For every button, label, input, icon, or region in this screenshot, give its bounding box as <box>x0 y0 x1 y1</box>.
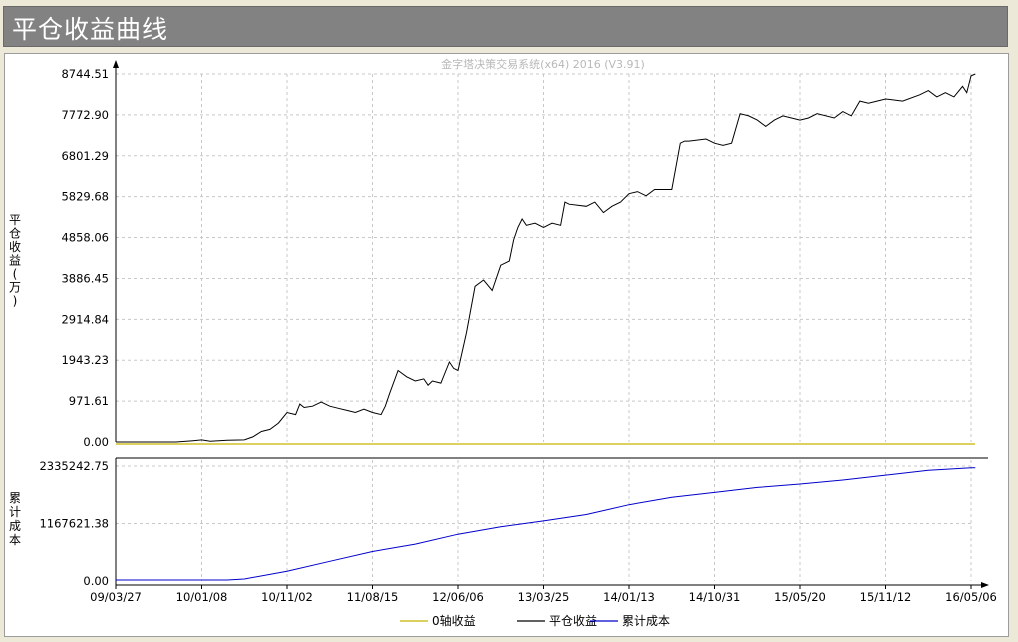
x-tick-label: 16/05/06 <box>945 590 997 604</box>
y-tick-label: 7772.90 <box>61 108 109 122</box>
watermark-text: 金字塔决策交易系统(x64) 2016 (V3.91) <box>441 57 645 71</box>
x-tick-label: 09/03/27 <box>90 590 142 604</box>
y-axis-label-char: 万 <box>9 281 21 295</box>
y-axis-label-char: ( <box>13 267 18 281</box>
x-tick-label: 14/10/31 <box>689 590 741 604</box>
y-tick-label: 8744.51 <box>61 67 109 81</box>
legend-label: 平仓收益 <box>549 614 597 628</box>
y-tick-label: 0.00 <box>83 574 109 588</box>
y-axis-arrow <box>113 60 119 68</box>
y-tick-label: 1167621.38 <box>39 517 109 531</box>
series-close-profit-line <box>116 73 976 443</box>
y-axis-label-char: 平 <box>9 213 21 227</box>
legend-label: 累计成本 <box>622 614 670 628</box>
y-tick-label: 0.00 <box>83 435 109 449</box>
chart-canvas: 金字塔决策交易系统(x64) 2016 (V3.91) 0.00 971.61 194… <box>9 57 997 628</box>
page-title: 平仓收益曲线 <box>12 15 169 44</box>
x-tick-label: 15/05/20 <box>774 590 826 604</box>
x-tick-label: 10/11/02 <box>261 590 313 604</box>
y-tick-label: 2914.84 <box>61 312 109 326</box>
y-tick-label: 4858.06 <box>61 231 109 245</box>
y-tick-label: 971.61 <box>69 394 109 408</box>
legend-label: 0轴收益 <box>432 613 476 628</box>
y-tick-label: 2335242.75 <box>39 459 109 473</box>
y-tick-label: 3886.45 <box>61 271 109 285</box>
y-axis-label-char: ) <box>13 294 18 308</box>
chart-panel: 金字塔决策交易系统(x64) 2016 (V3.91) 0.00 971.61 194… <box>4 53 1009 637</box>
y-axis-label-char: 计 <box>9 505 21 519</box>
y-axis-label-char: 累 <box>9 491 21 505</box>
y-axis-label-char: 仓 <box>9 227 21 241</box>
x-axis-arrow <box>981 582 989 588</box>
y-tick-label: 6801.29 <box>61 149 109 163</box>
y-tick-label: 1943.23 <box>61 353 109 367</box>
y-axis-label-char: 成 <box>9 519 21 533</box>
x-tick-label: 13/03/25 <box>518 590 570 604</box>
x-tick-label: 10/01/08 <box>176 590 228 604</box>
y-axis-label-char: 收 <box>9 240 21 254</box>
x-tick-label: 14/01/13 <box>603 590 655 604</box>
y-tick-label: 5829.68 <box>61 190 109 204</box>
y-axis-label-char: 益 <box>9 254 21 268</box>
x-tick-label: 11/08/15 <box>347 590 399 604</box>
y-axis-label-char: 本 <box>9 533 21 547</box>
title-bar: 平仓收益曲线 <box>3 6 1008 47</box>
x-tick-label: 15/11/12 <box>860 590 912 604</box>
x-tick-label: 12/06/06 <box>432 590 484 604</box>
